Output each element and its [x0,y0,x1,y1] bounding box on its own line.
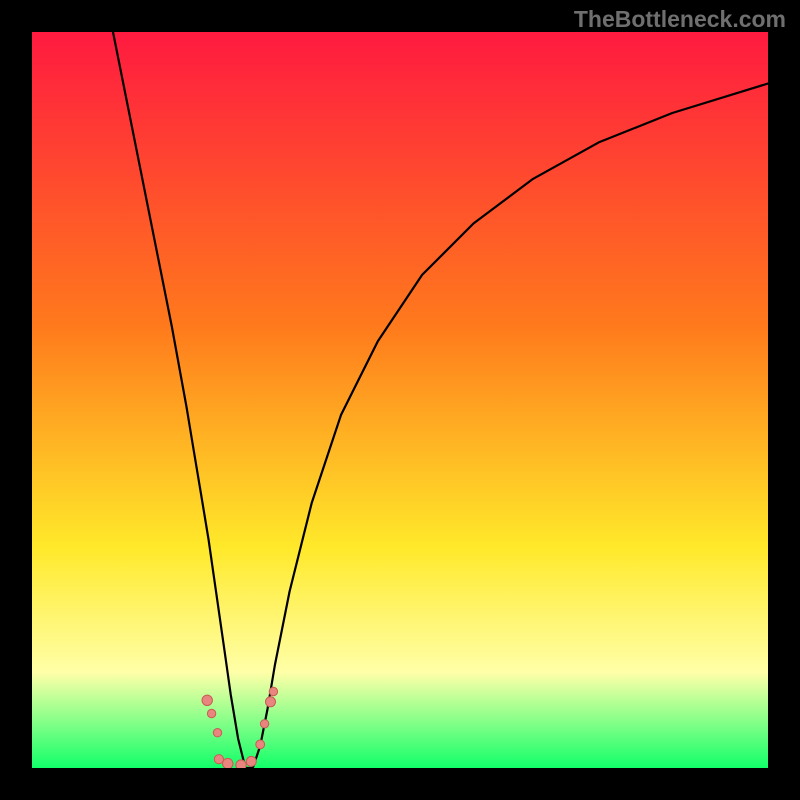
curve-marker [246,756,256,766]
chart-svg [32,32,768,768]
curve-marker [266,697,276,707]
curve-marker [214,755,223,764]
curve-marker [202,695,212,705]
watermark-text: TheBottleneck.com [574,6,786,33]
curve-marker [213,729,221,737]
chart-frame: TheBottleneck.com [0,0,800,800]
plot-area [32,32,768,768]
curve-marker [236,760,246,768]
curve-marker [269,687,277,695]
gradient-background [32,32,768,768]
curve-marker [207,709,215,717]
curve-marker [260,720,268,728]
curve-marker [256,740,265,749]
curve-marker [223,758,233,768]
